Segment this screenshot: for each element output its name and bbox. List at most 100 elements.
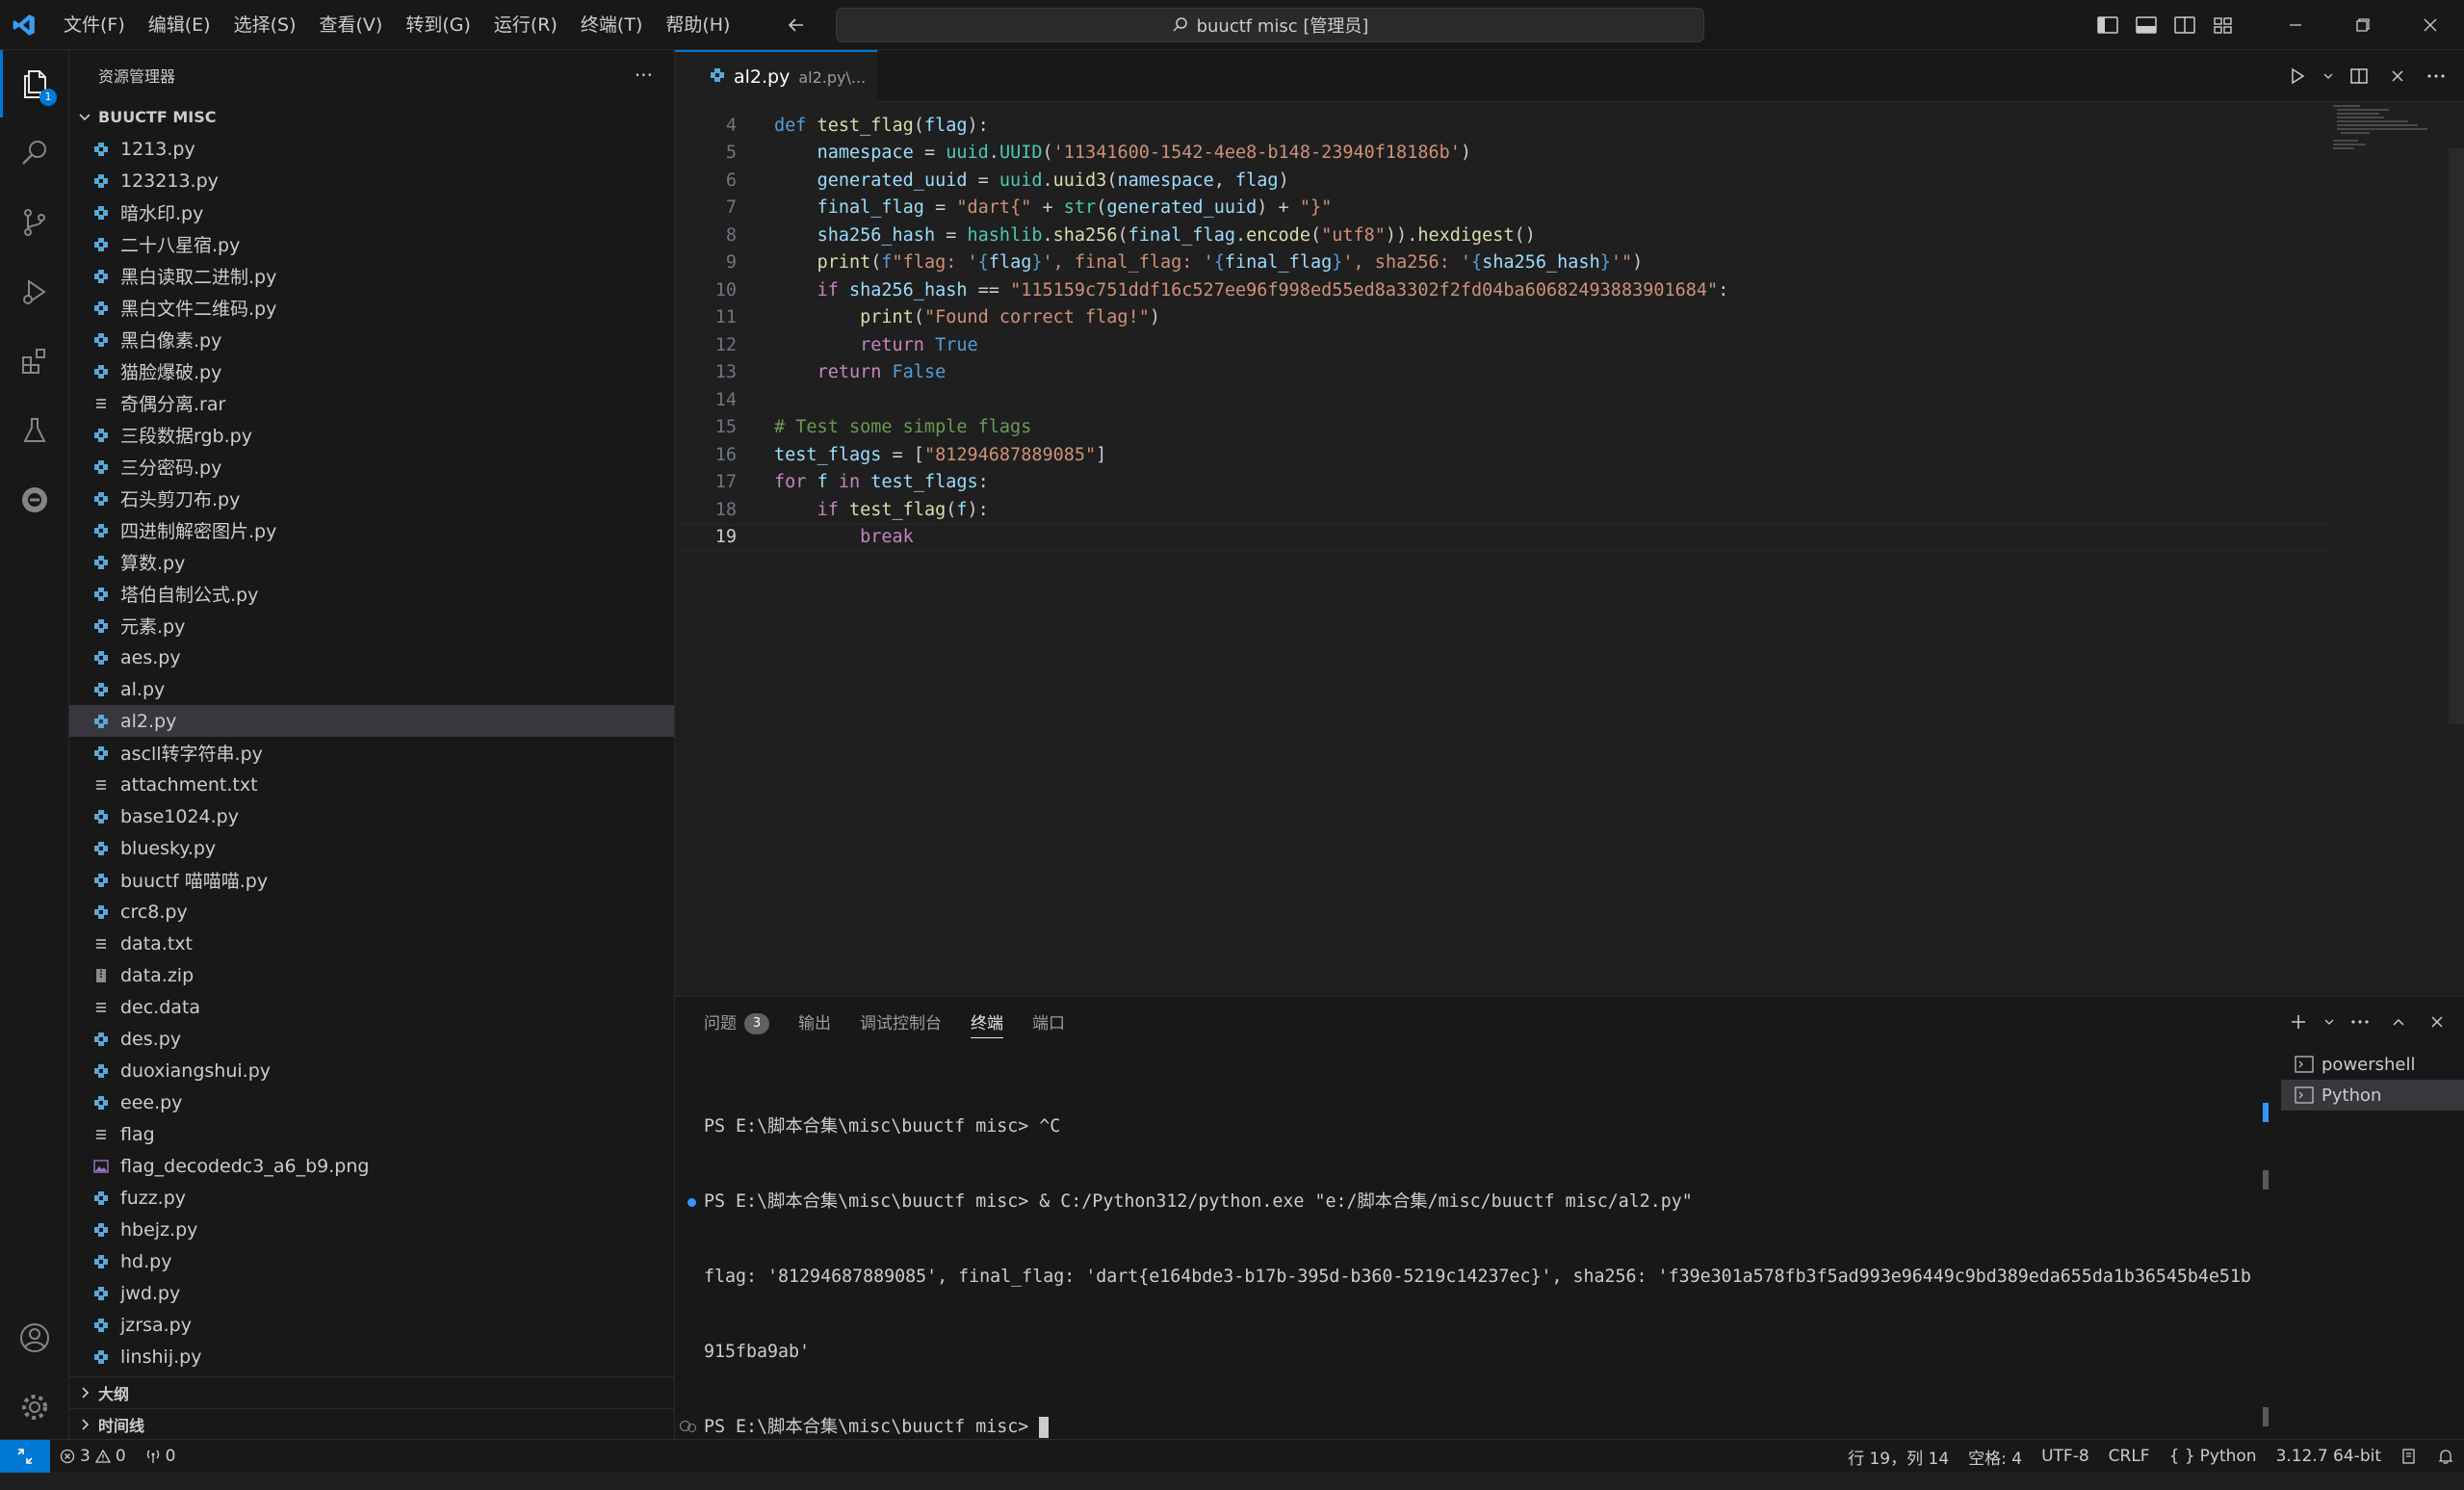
editor-more-icon[interactable] xyxy=(2420,60,2452,92)
new-terminal-icon[interactable] xyxy=(2283,1006,2314,1037)
terminal-item-powershell[interactable]: powershell xyxy=(2281,1049,2464,1080)
restore-icon[interactable] xyxy=(2329,0,2397,50)
minimap[interactable] xyxy=(2331,102,2447,160)
file-item[interactable]: 二十八星宿.py xyxy=(69,228,674,260)
file-item[interactable]: 1213.py xyxy=(69,133,674,165)
file-item[interactable]: aes.py xyxy=(69,641,674,673)
tab-debug-console[interactable]: 调试控制台 xyxy=(860,997,942,1051)
file-item[interactable]: bluesky.py xyxy=(69,832,674,864)
file-item[interactable]: flag_decodedc3_a6_b9.png xyxy=(69,1150,674,1182)
file-item[interactable]: 三段数据rgb.py xyxy=(69,419,674,451)
explorer-icon[interactable]: 1 xyxy=(0,50,69,118)
python-interpreter[interactable]: 3.12.7 64-bit xyxy=(2267,1440,2391,1473)
file-item[interactable]: 塔伯自制公式.py xyxy=(69,578,674,610)
more-actions-icon[interactable]: ··· xyxy=(635,64,653,87)
file-item[interactable]: crc8.py xyxy=(69,896,674,928)
search-icon[interactable] xyxy=(0,119,69,187)
file-item[interactable]: data.zip xyxy=(69,959,674,991)
language-mode[interactable]: { } Python xyxy=(2160,1440,2267,1473)
menu-selection[interactable]: 选择(S) xyxy=(222,0,308,50)
tab-problems[interactable]: 问题 3 xyxy=(704,997,769,1051)
extensions-icon[interactable] xyxy=(0,327,69,395)
file-item[interactable]: linshij.py xyxy=(69,1341,674,1372)
terminal-item-python[interactable]: Python xyxy=(2281,1080,2464,1111)
terminal-output[interactable]: PS E:\脚本合集\misc\buuctf misc> ^C PS E:\脚本… xyxy=(687,1064,2251,1490)
indentation[interactable]: 空格: 4 xyxy=(1958,1440,2032,1473)
file-item[interactable]: 四进制解密图片.py xyxy=(69,514,674,546)
editor-scrollbar[interactable] xyxy=(2449,148,2464,724)
maximize-panel-icon[interactable] xyxy=(2383,1006,2414,1037)
panel-more-icon[interactable] xyxy=(2345,1006,2375,1037)
split-editor-icon[interactable] xyxy=(2343,60,2375,92)
tab-terminal[interactable]: 终端 xyxy=(971,1009,1003,1038)
tab-al2-py[interactable]: al2.py al2.py\... xyxy=(675,50,877,102)
remote-explorer-icon[interactable] xyxy=(0,466,69,534)
menu-view[interactable]: 查看(V) xyxy=(308,0,395,50)
toggle-primary-sidebar-icon[interactable] xyxy=(2088,0,2127,50)
encoding[interactable]: UTF-8 xyxy=(2032,1440,2099,1473)
file-item[interactable]: fuzz.py xyxy=(69,1182,674,1214)
file-item[interactable]: duoxiangshui.py xyxy=(69,1055,674,1086)
menu-help[interactable]: 帮助(H) xyxy=(654,0,741,50)
source-control-icon[interactable] xyxy=(0,189,69,256)
run-dropdown-chevron-icon[interactable] xyxy=(2320,60,2337,92)
menu-terminal[interactable]: 终端(T) xyxy=(569,0,654,50)
notifications-bell-icon[interactable] xyxy=(2427,1440,2464,1473)
menu-edit[interactable]: 编辑(E) xyxy=(137,0,222,50)
file-item[interactable]: hbejz.py xyxy=(69,1214,674,1245)
run-debug-icon[interactable] xyxy=(0,258,69,326)
terminal-dropdown-chevron-icon[interactable] xyxy=(2321,1006,2337,1037)
file-item[interactable]: base1024.py xyxy=(69,800,674,832)
toggle-panel-icon[interactable] xyxy=(2127,0,2166,50)
file-item[interactable]: eee.py xyxy=(69,1086,674,1118)
file-item[interactable]: 黑白读取二进制.py xyxy=(69,260,674,292)
file-item[interactable]: 石头剪刀布.py xyxy=(69,483,674,514)
tab-output[interactable]: 输出 xyxy=(798,997,831,1051)
problems-status[interactable]: 3 0 xyxy=(50,1440,136,1473)
tab-ports[interactable]: 端口 xyxy=(1032,997,1065,1051)
file-item[interactable]: al2.py xyxy=(69,705,674,737)
accounts-icon[interactable] xyxy=(0,1304,69,1372)
close-window-icon[interactable] xyxy=(2397,0,2464,50)
testing-icon[interactable] xyxy=(0,397,69,464)
file-item[interactable]: data.txt xyxy=(69,928,674,959)
file-item[interactable]: al.py xyxy=(69,673,674,705)
close-editor-icon[interactable] xyxy=(2381,60,2414,92)
end-of-line[interactable]: CRLF xyxy=(2099,1440,2160,1473)
menu-file[interactable]: 文件(F) xyxy=(52,0,137,50)
run-python-file-icon[interactable] xyxy=(2281,60,2314,92)
file-item[interactable]: 暗水印.py xyxy=(69,196,674,228)
file-item[interactable]: ascll转字符串.py xyxy=(69,737,674,769)
code-editor[interactable]: 4 def test_flag(flag): 5 namespace = uuid… xyxy=(675,102,2464,996)
file-item[interactable]: jwd.py xyxy=(69,1277,674,1309)
customize-layout-icon[interactable] xyxy=(2204,0,2243,50)
file-item[interactable]: 黑白像素.py xyxy=(69,324,674,355)
workspace-folder[interactable]: BUUCTF MISC xyxy=(69,100,674,133)
file-item[interactable]: 元素.py xyxy=(69,610,674,641)
ports-status[interactable]: 0 xyxy=(136,1440,186,1473)
command-center-search[interactable]: buuctf misc [管理员] xyxy=(836,8,1704,42)
outline-section[interactable]: 大纲 xyxy=(69,1376,674,1408)
file-item[interactable]: flag xyxy=(69,1118,674,1150)
file-item[interactable]: jzrsa.py xyxy=(69,1309,674,1341)
remote-indicator-icon[interactable] xyxy=(0,1439,50,1473)
file-item[interactable]: 算数.py xyxy=(69,546,674,578)
file-item[interactable]: hd.py xyxy=(69,1245,674,1277)
back-arrow-icon[interactable] xyxy=(780,9,813,41)
timeline-section[interactable]: 时间线 xyxy=(69,1408,674,1440)
toggle-secondary-sidebar-icon[interactable] xyxy=(2166,0,2204,50)
file-item[interactable]: attachment.txt xyxy=(69,769,674,800)
cursor-position[interactable]: 行 19，列 14 xyxy=(1838,1440,1958,1473)
settings-gear-icon[interactable] xyxy=(0,1373,69,1441)
menu-run[interactable]: 运行(R) xyxy=(482,0,569,50)
menu-go[interactable]: 转到(G) xyxy=(394,0,482,50)
file-item[interactable]: 123213.py xyxy=(69,165,674,196)
file-item[interactable]: 奇偶分离.rar xyxy=(69,387,674,419)
copilot-icon[interactable] xyxy=(2391,1440,2427,1473)
file-item[interactable]: dec.data xyxy=(69,991,674,1023)
close-panel-icon[interactable] xyxy=(2422,1006,2452,1037)
file-item[interactable]: 三分密码.py xyxy=(69,451,674,483)
file-item[interactable]: buuctf 喵喵喵.py xyxy=(69,864,674,896)
file-item[interactable]: 猫脸爆破.py xyxy=(69,355,674,387)
file-item[interactable]: 黑白文件二维码.py xyxy=(69,292,674,324)
